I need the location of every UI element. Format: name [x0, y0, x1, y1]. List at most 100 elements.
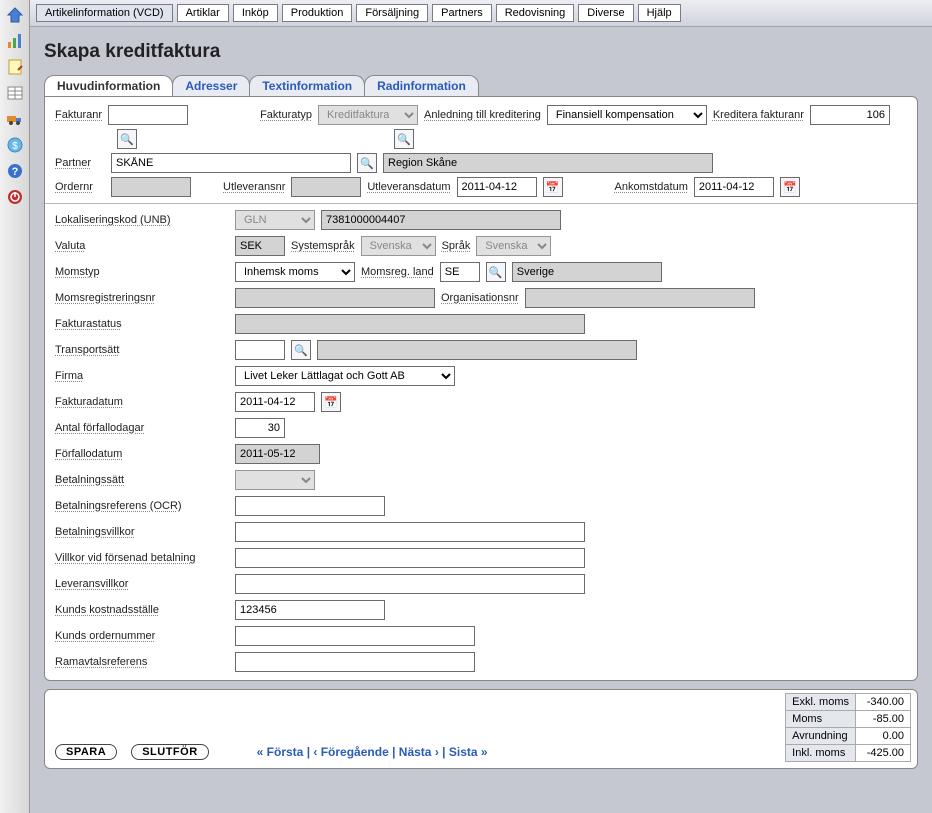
nav-next[interactable]: Nästa › — [399, 745, 439, 759]
tab-textinformation[interactable]: Textinformation — [249, 75, 365, 96]
label-ankomstdatum: Ankomstdatum — [615, 181, 688, 193]
leveransvillkor-input[interactable] — [235, 574, 585, 594]
totals-exkl-value: -340.00 — [856, 694, 911, 711]
tab-radinformation[interactable]: Radinformation — [364, 75, 479, 96]
power-icon[interactable] — [4, 186, 26, 208]
label-transportsatt: Transportsätt — [55, 344, 119, 356]
left-sidebar: $ ? — [0, 0, 30, 813]
totals-table: Exkl. moms-340.00 Moms-85.00 Avrundning0… — [785, 693, 911, 762]
nav-prev[interactable]: ‹ Föregående — [313, 745, 388, 759]
fakturadatum-input[interactable] — [235, 392, 315, 412]
totals-avr-value: 0.00 — [856, 728, 911, 745]
antalforfall-input[interactable] — [235, 418, 285, 438]
menu-artiklar[interactable]: Artiklar — [177, 4, 229, 22]
nav-first[interactable]: « Första — [257, 745, 304, 759]
menu-partners[interactable]: Partners — [432, 4, 492, 22]
totals-moms-label: Moms — [786, 711, 856, 728]
label-kundskostnad: Kunds kostnadsställe — [55, 604, 159, 616]
menu-artikelinformation-vcd-[interactable]: Artikelinformation (VCD) — [36, 4, 173, 22]
menu-hj-lp[interactable]: Hjälp — [638, 4, 681, 22]
tab-adresser[interactable]: Adresser — [172, 75, 250, 96]
menu-ink-p[interactable]: Inköp — [233, 4, 278, 22]
search-anledning-icon[interactable]: 🔍 — [394, 129, 414, 149]
chart-icon[interactable] — [4, 30, 26, 52]
search-momsregland-icon[interactable]: 🔍 — [486, 262, 506, 282]
label-orgnr: Organisationsnr — [441, 292, 519, 304]
ramavtal-input[interactable] — [235, 652, 475, 672]
label-betalningssatt: Betalningssätt — [55, 474, 124, 486]
fakturanr-input[interactable] — [108, 105, 188, 125]
search-fakturanr-icon[interactable]: 🔍 — [117, 129, 137, 149]
betalningsref-input[interactable] — [235, 496, 385, 516]
help-icon[interactable]: ? — [4, 160, 26, 182]
home-icon[interactable] — [4, 4, 26, 26]
label-valuta: Valuta — [55, 240, 85, 252]
menu-produktion[interactable]: Produktion — [282, 4, 353, 22]
nav-last[interactable]: Sista » — [449, 745, 488, 759]
top-menu: Artikelinformation (VCD)ArtiklarInköpPro… — [30, 0, 932, 27]
firma-select[interactable]: Livet Leker Lättlagat och Gott AB — [235, 366, 455, 386]
label-partner: Partner — [55, 157, 105, 169]
totals-inkl-value: -425.00 — [856, 745, 911, 762]
label-betalningsref: Betalningsreferens (OCR) — [55, 500, 182, 512]
note-icon[interactable] — [4, 56, 26, 78]
fakturatyp-select: Kreditfaktura — [318, 105, 418, 125]
label-kreditera: Kreditera fakturanr — [713, 109, 804, 121]
ankomstdatum-input[interactable] — [694, 177, 774, 197]
kundsordernummer-input[interactable] — [235, 626, 475, 646]
label-betalningsvillkor: Betalningsvillkor — [55, 526, 134, 538]
calendar-utleverans-icon[interactable]: 📅 — [543, 177, 563, 197]
main-form-panel: Fakturanr Fakturatyp Kreditfaktura Anled… — [44, 96, 918, 681]
forfallodatum-display — [235, 444, 320, 464]
transportsatt-name-display — [317, 340, 637, 360]
betalningsvillkor-input[interactable] — [235, 522, 585, 542]
coin-icon[interactable]: $ — [4, 134, 26, 156]
label-anledning: Anledning till kreditering — [424, 109, 541, 121]
spara-button[interactable]: SPARA — [55, 744, 117, 760]
momstyp-select[interactable]: Inhemsk moms — [235, 262, 355, 282]
label-villkorforsenad: Villkor vid försenad betalning — [55, 552, 195, 564]
sprak-select: Svenska — [476, 236, 551, 256]
kundskostnad-input[interactable] — [235, 600, 385, 620]
search-partner-icon[interactable]: 🔍 — [357, 153, 377, 173]
anledning-select[interactable]: Finansiell kompensation — [547, 105, 707, 125]
valuta-display — [235, 236, 285, 256]
tab-bar: HuvudinformationAdresserTextinformationR… — [44, 75, 918, 96]
kreditera-input[interactable] — [810, 105, 890, 125]
calendar-fakturadatum-icon[interactable]: 📅 — [321, 392, 341, 412]
lok-type-select: GLN — [235, 210, 315, 230]
truck-icon[interactable] — [4, 108, 26, 130]
momsregnr-display — [235, 288, 435, 308]
menu-diverse[interactable]: Diverse — [578, 4, 633, 22]
footer-panel: SPARA SLUTFÖR « Första | ‹ Föregående | … — [44, 689, 918, 769]
utleveransdatum-input[interactable] — [457, 177, 537, 197]
systemsprak-select: Svenska — [361, 236, 436, 256]
label-ramavtal: Ramavtalsreferens — [55, 656, 147, 668]
label-lokaliseringskod: Lokaliseringskod (UNB) — [55, 214, 171, 226]
menu-f-rs-ljning[interactable]: Försäljning — [356, 4, 428, 22]
transportsatt-code-input[interactable] — [235, 340, 285, 360]
momsregland-code-input[interactable] — [440, 262, 480, 282]
partner-name-display — [383, 153, 713, 173]
momsregland-name-display — [512, 262, 662, 282]
table-icon[interactable] — [4, 82, 26, 104]
label-sprak: Språk — [442, 240, 471, 252]
label-momstyp: Momstyp — [55, 266, 100, 278]
label-momsregnr: Momsregistreringsnr — [55, 292, 155, 304]
label-antalforfall: Antal förfallodagar — [55, 422, 144, 434]
label-fakturatyp: Fakturatyp — [260, 109, 312, 121]
label-utleveransdatum: Utleveransdatum — [367, 181, 450, 193]
villkorforsenad-input[interactable] — [235, 548, 585, 568]
menu-redovisning[interactable]: Redovisning — [496, 4, 575, 22]
totals-avr-label: Avrundning — [786, 728, 856, 745]
slutfor-button[interactable]: SLUTFÖR — [131, 744, 208, 760]
search-transportsatt-icon[interactable]: 🔍 — [291, 340, 311, 360]
label-kundsordernummer: Kunds ordernummer — [55, 630, 155, 642]
tab-huvudinformation[interactable]: Huvudinformation — [44, 75, 173, 96]
calendar-ankomst-icon[interactable]: 📅 — [780, 177, 800, 197]
label-forfallodatum: Förfallodatum — [55, 448, 122, 460]
betalningssatt-select — [235, 470, 315, 490]
label-fakturanr: Fakturanr — [55, 109, 102, 121]
partner-code-input[interactable] — [111, 153, 351, 173]
label-fakturadatum: Fakturadatum — [55, 396, 123, 408]
